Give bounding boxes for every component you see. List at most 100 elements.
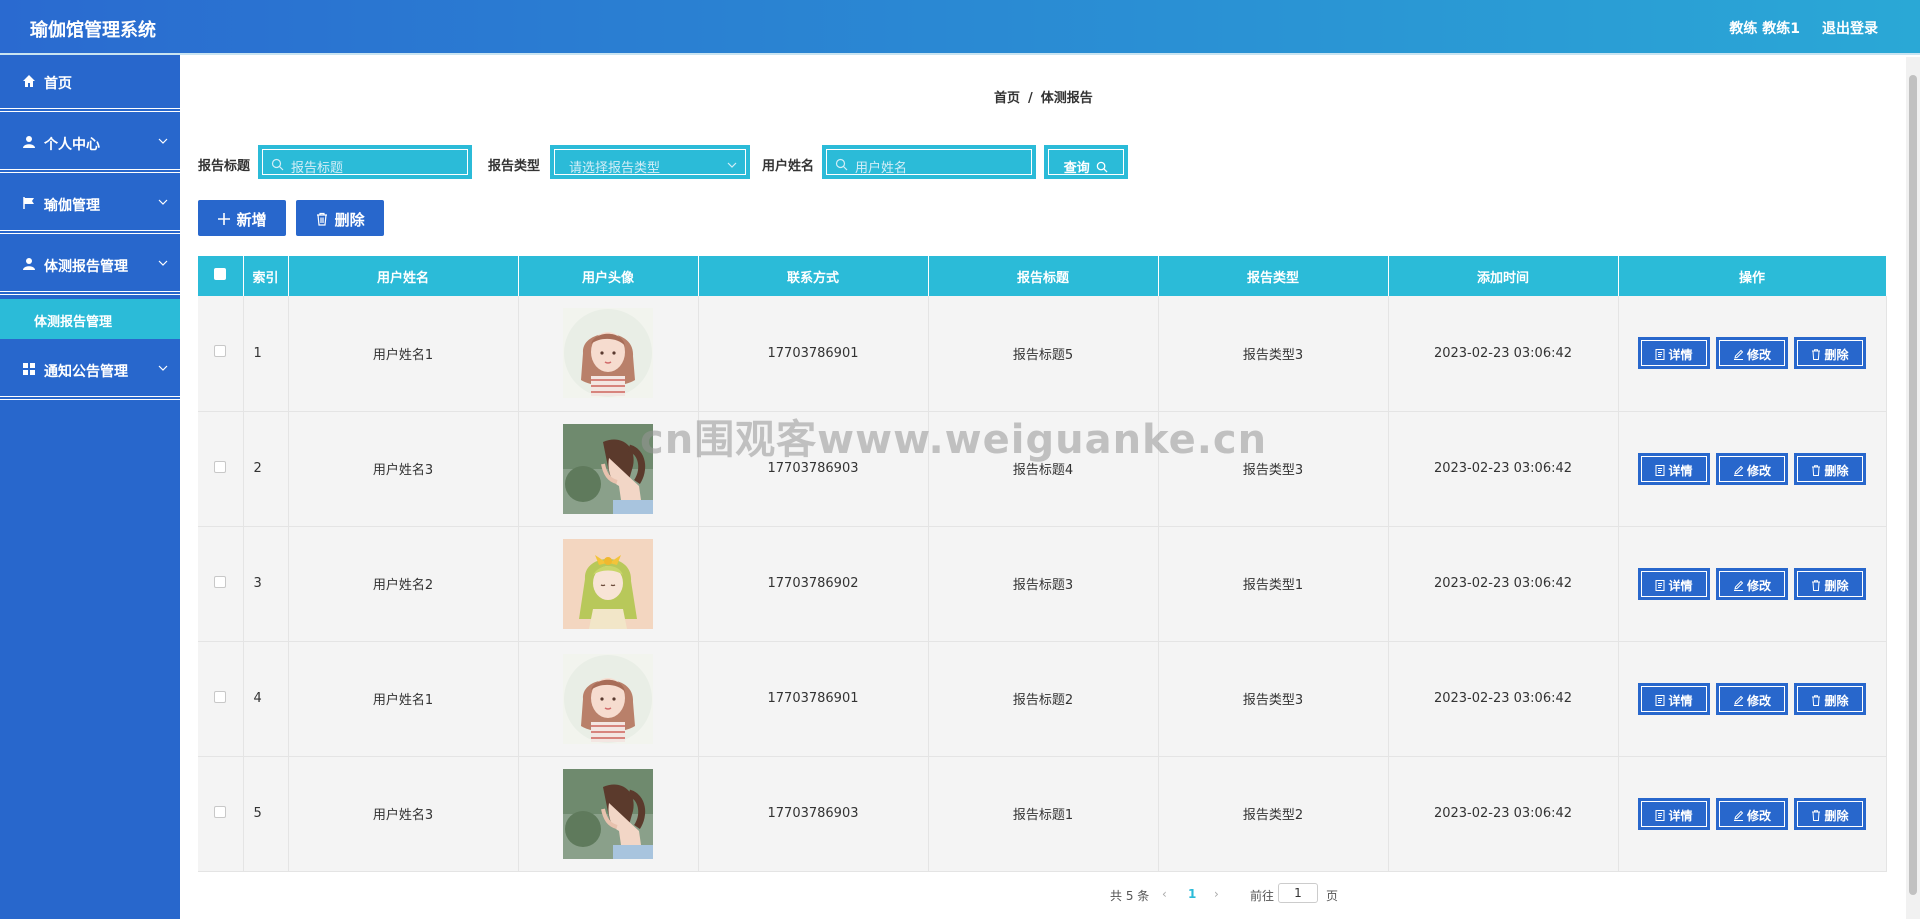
sidebar-item-personal-center[interactable]: 个人中心 [0,116,180,173]
delete-button[interactable]: 删除 [1794,452,1866,485]
detail-button[interactable]: 详情 [1638,452,1710,485]
report-title-input[interactable]: 报告标题 [258,145,472,179]
trash-icon [1812,694,1821,706]
chevron-down-icon [158,199,168,205]
sidebar-item-label: 通知公告管理 [44,364,128,380]
breadcrumb-home[interactable]: 首页 [994,91,1020,106]
select-all-cell[interactable] [198,256,244,296]
row-checkbox[interactable] [214,690,227,703]
edit-button[interactable]: 修改 [1716,682,1788,715]
row-operations: 详情 修改 删除 [1618,526,1887,642]
row-checkbox[interactable] [214,575,227,588]
add-button-label: 新增 [236,211,267,229]
trash-icon [1812,809,1821,821]
column-header: 报告标题 [928,256,1159,296]
row-select-cell[interactable] [198,411,244,527]
detail-label: 详情 [1668,693,1693,708]
row-operations: 详情 修改 删除 [1618,296,1887,412]
home-icon [23,75,35,87]
delete-label: 删除 [1824,693,1849,708]
row-report-type: 报告类型1 [1158,526,1389,642]
current-user-label: 教练 教练1 [1729,21,1800,37]
table-row: 3 用户姓名2 17703786902 报告标题3 报告类型1 2023-02-23 03… [198,526,1887,642]
add-button[interactable]: 新增 [198,200,286,236]
trash-icon [317,212,328,226]
sidebar-item-label: 体测报告管理 [44,259,128,275]
delete-button[interactable]: 删除 [1794,567,1866,600]
main-content: 首页 / 体测报告 报告标题 报告标题 报告类型 请选择报告类型 用户姓名 用户姓名 [180,57,1920,919]
row-report-title: 报告标题3 [928,526,1159,642]
vertical-scrollbar[interactable] [1906,57,1920,919]
delete-button[interactable]: 删除 [1794,337,1866,370]
row-select-cell[interactable] [198,526,244,642]
row-operations: 详情 修改 删除 [1618,641,1887,757]
column-header: 联系方式 [698,256,929,296]
row-select-cell[interactable] [198,641,244,757]
next-page-icon[interactable]: › [1214,887,1219,901]
row-added-time: 2023-02-23 03:06:42 [1388,526,1619,642]
sidebar-item-report[interactable]: 体测报告管理 [0,238,180,295]
row-phone: 17703786903 [698,411,929,527]
select-all-checkbox[interactable] [214,268,227,280]
row-avatar [518,296,699,412]
detail-button[interactable]: 详情 [1638,567,1710,600]
row-added-time: 2023-02-23 03:06:42 [1388,296,1619,412]
row-report-type: 报告类型3 [1158,296,1389,412]
row-report-type: 报告类型3 [1158,411,1389,527]
edit-button[interactable]: 修改 [1716,452,1788,485]
avatar-girl-ponytail-image [563,768,653,859]
row-avatar [518,756,699,872]
sidebar-item-label: 个人中心 [44,137,100,153]
column-header: 操作 [1618,256,1887,296]
delete-button[interactable]: 删除 [1794,682,1866,715]
row-added-time: 2023-02-23 03:06:42 [1388,411,1619,527]
pencil-icon [1733,465,1744,476]
edit-label: 修改 [1746,808,1771,823]
sidebar-item-label: 瑜伽管理 [44,198,100,214]
column-header: 索引 [243,256,289,296]
avatar-girl-ponytail-image [563,423,653,514]
row-report-title: 报告标题1 [928,756,1159,872]
row-checkbox[interactable] [214,460,227,473]
row-checkbox[interactable] [214,345,227,358]
sidebar-item-notice[interactable]: 通知公告管理 [0,343,180,400]
logout-link[interactable]: 退出登录 [1822,18,1878,38]
page-number[interactable]: 1 [1188,887,1196,901]
table-row: 2 用户姓名3 17703786903 报告标题4 报告类型3 2023-02-23 03… [198,411,1887,527]
document-icon [1655,579,1665,591]
detail-label: 详情 [1668,578,1693,593]
sidebar-item-yoga[interactable]: 瑜伽管理 [0,177,180,234]
prev-page-icon[interactable]: ‹ [1162,887,1167,901]
report-type-select[interactable]: 请选择报告类型 [550,145,750,179]
query-button[interactable]: 查询 [1044,145,1128,179]
edit-button[interactable]: 修改 [1716,337,1788,370]
sidebar-item-home[interactable]: 首页 [0,55,180,112]
delete-label: 删除 [1824,578,1849,593]
scrollbar-thumb[interactable] [1909,75,1917,895]
detail-button[interactable]: 详情 [1638,682,1710,715]
row-select-cell[interactable] [198,756,244,872]
row-added-time: 2023-02-23 03:06:42 [1388,756,1619,872]
edit-label: 修改 [1746,693,1771,708]
row-checkbox[interactable] [214,805,227,818]
user-name-input[interactable]: 用户姓名 [822,145,1036,179]
detail-button[interactable]: 详情 [1638,337,1710,370]
delete-button[interactable]: 删除 [1794,797,1866,830]
goto-label: 前往 [1250,889,1275,903]
submenu-item-report-manage[interactable]: 体测报告管理 [0,299,180,339]
row-phone: 17703786901 [698,641,929,757]
row-report-type: 报告类型2 [1158,756,1389,872]
row-select-cell[interactable] [198,296,244,412]
avatar-girl-green-hair-image [563,538,653,629]
user-icon [23,258,35,270]
detail-button[interactable]: 详情 [1638,797,1710,830]
row-operations: 详情 修改 删除 [1618,411,1887,527]
detail-label: 详情 [1668,348,1693,363]
edit-button[interactable]: 修改 [1716,567,1788,600]
edit-button[interactable]: 修改 [1716,797,1788,830]
goto-page-input[interactable]: 1 [1278,883,1318,903]
batch-delete-button[interactable]: 删除 [296,200,384,236]
delete-label: 删除 [1824,463,1849,478]
app-title: 瑜伽馆管理系统 [30,20,156,41]
breadcrumb-separator: / [1028,91,1033,106]
